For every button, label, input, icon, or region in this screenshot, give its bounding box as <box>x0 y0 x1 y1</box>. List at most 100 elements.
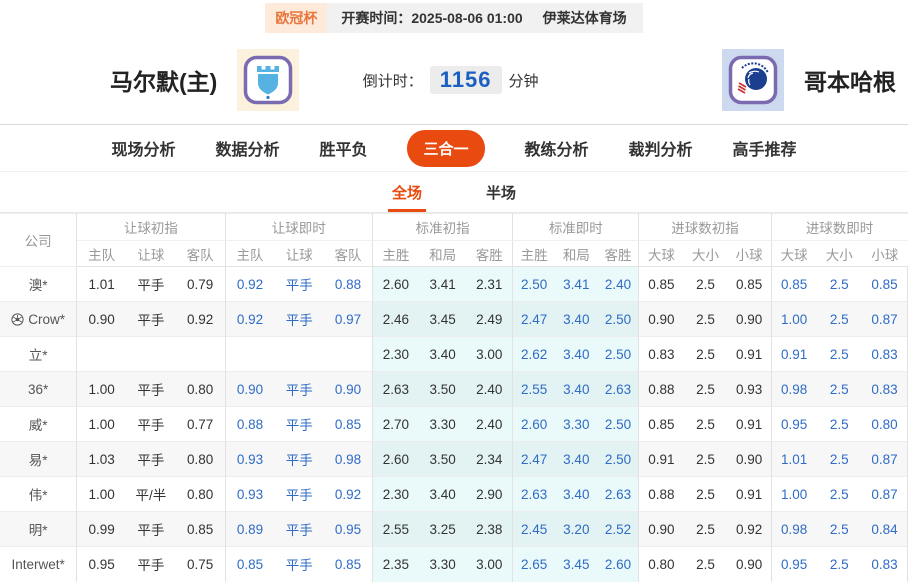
odds-cell: 2.30 <box>372 477 418 512</box>
odds-cell: 0.83 <box>862 547 908 582</box>
odds-cell: 3.40 <box>555 442 597 477</box>
table-row: Interwet*0.95平手0.750.85平手0.852.353.303.0… <box>0 547 908 582</box>
company-name: 澳* <box>29 278 48 293</box>
match-info-bar: 欧冠杯 开赛时间：2025-08-06 01:00 伊莱达体育场 <box>0 0 908 36</box>
home-team: 马尔默(主) <box>110 49 299 111</box>
countdown-value: 1156 <box>430 66 502 94</box>
odds-cell: 0.91 <box>728 337 771 372</box>
odds-cell: 平手 <box>126 547 175 582</box>
odds-cell: 0.98 <box>771 372 816 407</box>
odds-cell: 0.92 <box>176 302 225 337</box>
odds-cell: 0.95 <box>771 547 816 582</box>
odds-cell: 0.75 <box>176 547 225 582</box>
subcol-header: 主胜 <box>372 241 418 267</box>
company-cell: 立* <box>0 337 77 372</box>
odds-cell: 3.40 <box>555 372 597 407</box>
odds-cell: 2.55 <box>513 372 555 407</box>
football-icon <box>11 313 24 326</box>
nav-tab-7[interactable]: 高手推荐 <box>733 136 797 160</box>
odds-cell <box>275 337 324 372</box>
odds-cell: 2.62 <box>513 337 555 372</box>
subcol-header: 大球 <box>639 241 683 267</box>
company-name: 易* <box>29 453 48 468</box>
company-cell: 伟* <box>0 477 77 512</box>
odds-cell: 2.90 <box>466 477 512 512</box>
table-row: 澳*1.01平手0.790.92平手0.882.603.412.312.503.… <box>0 267 908 302</box>
subcol-header: 大小 <box>817 241 862 267</box>
venue-name: 伊莱达体育场 <box>535 3 643 33</box>
odds-cell: 2.5 <box>683 407 727 442</box>
home-team-name: 马尔默(主) <box>110 63 217 97</box>
odds-cell: 2.38 <box>466 512 512 547</box>
sub-tab-1[interactable]: 全场 <box>388 174 426 212</box>
odds-cell: 2.40 <box>466 372 512 407</box>
nav-tab-1[interactable]: 现场分析 <box>111 136 175 160</box>
company-cell: 易* <box>0 442 77 477</box>
odds-cell: 3.00 <box>466 547 512 582</box>
odds-cell: 2.60 <box>372 442 418 477</box>
odds-cell: 2.65 <box>513 547 555 582</box>
odds-cell: 0.87 <box>862 477 908 512</box>
sub-tab-2[interactable]: 半场 <box>482 174 520 212</box>
odds-cell: 3.50 <box>419 372 466 407</box>
company-name: 伟* <box>29 488 48 503</box>
nav-tab-3[interactable]: 胜平负 <box>319 136 367 160</box>
subcol-header: 客队 <box>176 241 225 267</box>
nav-tab-2[interactable]: 数据分析 <box>215 136 279 160</box>
odds-cell: 2.46 <box>372 302 418 337</box>
odds-cell: 0.90 <box>77 302 126 337</box>
odds-cell: 2.45 <box>513 512 555 547</box>
odds-cell: 1.00 <box>771 302 816 337</box>
odds-cell: 0.79 <box>176 267 225 302</box>
odds-cell: 平手 <box>275 547 324 582</box>
odds-cell: 3.40 <box>555 477 597 512</box>
odds-cell <box>77 337 126 372</box>
odds-cell: 0.88 <box>639 477 683 512</box>
odds-cell: 3.20 <box>555 512 597 547</box>
odds-cell: 平手 <box>275 372 324 407</box>
odds-cell: 2.50 <box>598 407 639 442</box>
odds-cell: 0.85 <box>862 267 908 302</box>
analysis-nav-tabs: 现场分析 数据分析 胜平负 三合一 教练分析 裁判分析 高手推荐 <box>0 125 908 171</box>
kickoff-time: 开赛时间：2025-08-06 01:00 <box>327 3 534 33</box>
odds-cell: 1.03 <box>77 442 126 477</box>
odds-cell: 0.91 <box>728 477 771 512</box>
company-cell: 36* <box>0 372 77 407</box>
odds-cell: 2.31 <box>466 267 512 302</box>
nav-tab-6[interactable]: 裁判分析 <box>629 136 693 160</box>
odds-cell <box>225 337 274 372</box>
subcol-header: 让球 <box>126 241 175 267</box>
odds-cell: 0.98 <box>324 442 372 477</box>
odds-cell: 3.45 <box>555 547 597 582</box>
odds-cell: 2.5 <box>817 442 862 477</box>
company-name: Crow* <box>28 312 65 327</box>
nav-tab-5[interactable]: 教练分析 <box>525 136 589 160</box>
table-row: 伟*1.00平/半0.800.93平手0.922.303.402.902.633… <box>0 477 908 512</box>
odds-cell: 0.91 <box>639 442 683 477</box>
odds-cell: 2.63 <box>598 372 639 407</box>
odds-cell: 平手 <box>275 407 324 442</box>
odds-cell: 2.5 <box>683 442 727 477</box>
odds-cell: 0.90 <box>728 442 771 477</box>
odds-cell: 平手 <box>126 302 175 337</box>
odds-cell: 1.00 <box>771 477 816 512</box>
odds-cell: 1.01 <box>77 267 126 302</box>
odds-cell: 2.49 <box>466 302 512 337</box>
odds-cell: 2.30 <box>372 337 418 372</box>
subcol-header: 大球 <box>771 241 816 267</box>
copenhagen-crest-icon <box>728 55 778 105</box>
odds-cell: 2.5 <box>683 547 727 582</box>
odds-cell: 平手 <box>126 267 175 302</box>
odds-cell: 2.60 <box>598 547 639 582</box>
odds-cell: 0.89 <box>225 512 274 547</box>
table-row: 明*0.99平手0.850.89平手0.952.553.252.382.453.… <box>0 512 908 547</box>
odds-cell: 3.41 <box>555 267 597 302</box>
odds-cell <box>126 337 175 372</box>
odds-cell: 0.85 <box>639 267 683 302</box>
group-header-handicap-live: 让球即时 <box>225 214 372 241</box>
odds-cell: 0.90 <box>639 512 683 547</box>
nav-tab-4[interactable]: 三合一 <box>407 130 484 167</box>
odds-cell: 0.88 <box>639 372 683 407</box>
odds-cell: 0.85 <box>176 512 225 547</box>
odds-cell: 2.5 <box>683 267 727 302</box>
